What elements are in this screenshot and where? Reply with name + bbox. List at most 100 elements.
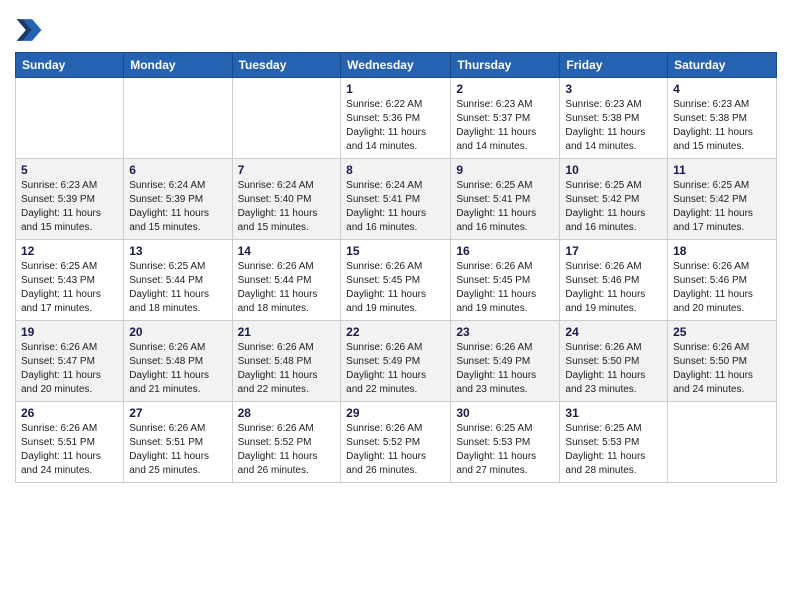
day-number: 10 xyxy=(565,163,662,177)
calendar-cell: 31 Sunrise: 6:25 AM Sunset: 5:53 PM Dayli… xyxy=(560,402,668,483)
day-number: 5 xyxy=(21,163,118,177)
calendar-cell xyxy=(16,78,124,159)
day-number: 7 xyxy=(238,163,336,177)
day-number: 22 xyxy=(346,325,445,339)
day-info: Sunrise: 6:25 AM Sunset: 5:42 PM Dayligh… xyxy=(565,179,662,235)
calendar-cell: 30 Sunrise: 6:25 AM Sunset: 5:53 PM Dayli… xyxy=(451,402,560,483)
day-number: 25 xyxy=(673,325,771,339)
calendar-week-row: 1Sunrise: 6:22 AM Sunset: 5:36 PM Daylig… xyxy=(16,78,777,159)
day-header-sunday: Sunday xyxy=(16,53,124,78)
day-info: Sunrise: 6:26 AM Sunset: 5:45 PM Dayligh… xyxy=(456,260,554,316)
calendar-cell: 2 Sunrise: 6:23 AM Sunset: 5:37 PM Daylig… xyxy=(451,78,560,159)
day-info: Sunrise: 6:26 AM Sunset: 5:50 PM Dayligh… xyxy=(673,341,771,397)
day-info: Sunrise: 6:24 AM Sunset: 5:39 PM Dayligh… xyxy=(129,179,226,235)
day-header-wednesday: Wednesday xyxy=(341,53,451,78)
header xyxy=(15,10,777,44)
day-info: Sunrise: 6:26 AM Sunset: 5:45 PM Dayligh… xyxy=(346,260,445,316)
logo xyxy=(15,16,47,44)
day-info: Sunrise: 6:25 AM Sunset: 5:42 PM Dayligh… xyxy=(673,179,771,235)
calendar-cell: 25 Sunrise: 6:26 AM Sunset: 5:50 PM Dayli… xyxy=(668,321,777,402)
calendar-cell: 8 Sunrise: 6:24 AM Sunset: 5:41 PM Daylig… xyxy=(341,159,451,240)
calendar-cell: 19 Sunrise: 6:26 AM Sunset: 5:47 PM Dayli… xyxy=(16,321,124,402)
day-number: 19 xyxy=(21,325,118,339)
calendar-week-row: 19 Sunrise: 6:26 AM Sunset: 5:47 PM Dayli… xyxy=(16,321,777,402)
calendar-cell: 9 Sunrise: 6:25 AM Sunset: 5:41 PM Daylig… xyxy=(451,159,560,240)
day-info: Sunrise: 6:25 AM Sunset: 5:43 PM Dayligh… xyxy=(21,260,118,316)
day-info: Sunrise: 6:26 AM Sunset: 5:46 PM Dayligh… xyxy=(565,260,662,316)
calendar-cell: 21 Sunrise: 6:26 AM Sunset: 5:48 PM Dayli… xyxy=(232,321,341,402)
day-header-saturday: Saturday xyxy=(668,53,777,78)
day-number: 4 xyxy=(673,82,771,96)
calendar-cell: 5Sunrise: 6:23 AM Sunset: 5:39 PM Daylig… xyxy=(16,159,124,240)
calendar-cell: 17 Sunrise: 6:26 AM Sunset: 5:46 PM Dayli… xyxy=(560,240,668,321)
calendar-cell: 16 Sunrise: 6:26 AM Sunset: 5:45 PM Dayli… xyxy=(451,240,560,321)
calendar-table: SundayMondayTuesdayWednesdayThursdayFrid… xyxy=(15,52,777,483)
day-number: 31 xyxy=(565,406,662,420)
day-info: Sunrise: 6:26 AM Sunset: 5:52 PM Dayligh… xyxy=(238,422,336,478)
day-number: 13 xyxy=(129,244,226,258)
day-header-monday: Monday xyxy=(124,53,232,78)
calendar-cell: 6Sunrise: 6:24 AM Sunset: 5:39 PM Daylig… xyxy=(124,159,232,240)
day-info: Sunrise: 6:24 AM Sunset: 5:41 PM Dayligh… xyxy=(346,179,445,235)
calendar-cell: 26Sunrise: 6:26 AM Sunset: 5:51 PM Dayli… xyxy=(16,402,124,483)
day-number: 27 xyxy=(129,406,226,420)
calendar-cell: 11 Sunrise: 6:25 AM Sunset: 5:42 PM Dayli… xyxy=(668,159,777,240)
day-info: Sunrise: 6:25 AM Sunset: 5:53 PM Dayligh… xyxy=(456,422,554,478)
day-number: 23 xyxy=(456,325,554,339)
day-number: 14 xyxy=(238,244,336,258)
calendar-cell xyxy=(232,78,341,159)
calendar-cell: 20Sunrise: 6:26 AM Sunset: 5:48 PM Dayli… xyxy=(124,321,232,402)
calendar-cell: 15Sunrise: 6:26 AM Sunset: 5:45 PM Dayli… xyxy=(341,240,451,321)
calendar-cell: 24Sunrise: 6:26 AM Sunset: 5:50 PM Dayli… xyxy=(560,321,668,402)
calendar-header-row: SundayMondayTuesdayWednesdayThursdayFrid… xyxy=(16,53,777,78)
calendar-cell: 3Sunrise: 6:23 AM Sunset: 5:38 PM Daylig… xyxy=(560,78,668,159)
day-info: Sunrise: 6:23 AM Sunset: 5:38 PM Dayligh… xyxy=(673,98,771,154)
day-number: 16 xyxy=(456,244,554,258)
calendar-cell: 22Sunrise: 6:26 AM Sunset: 5:49 PM Dayli… xyxy=(341,321,451,402)
calendar-cell: 27 Sunrise: 6:26 AM Sunset: 5:51 PM Dayli… xyxy=(124,402,232,483)
day-number: 8 xyxy=(346,163,445,177)
calendar-cell: 4 Sunrise: 6:23 AM Sunset: 5:38 PM Daylig… xyxy=(668,78,777,159)
day-info: Sunrise: 6:23 AM Sunset: 5:37 PM Dayligh… xyxy=(456,98,554,154)
day-number: 26 xyxy=(21,406,118,420)
day-number: 1 xyxy=(346,82,445,96)
calendar-cell xyxy=(124,78,232,159)
day-header-thursday: Thursday xyxy=(451,53,560,78)
day-number: 30 xyxy=(456,406,554,420)
calendar-cell: 23Sunrise: 6:26 AM Sunset: 5:49 PM Dayli… xyxy=(451,321,560,402)
day-info: Sunrise: 6:26 AM Sunset: 5:44 PM Dayligh… xyxy=(238,260,336,316)
calendar-week-row: 26 Sunrise: 6:26 AM Sunset: 5:51 PM Dayli… xyxy=(16,402,777,483)
day-info: Sunrise: 6:26 AM Sunset: 5:51 PM Dayligh… xyxy=(129,422,226,478)
calendar-cell: 14 Sunrise: 6:26 AM Sunset: 5:44 PM Dayli… xyxy=(232,240,341,321)
day-number: 11 xyxy=(673,163,771,177)
page: SundayMondayTuesdayWednesdayThursdayFrid… xyxy=(0,0,792,612)
day-info: Sunrise: 6:26 AM Sunset: 5:48 PM Dayligh… xyxy=(129,341,226,397)
day-info: Sunrise: 6:25 AM Sunset: 5:53 PM Dayligh… xyxy=(565,422,662,478)
day-number: 2 xyxy=(456,82,554,96)
calendar-cell: 28Sunrise: 6:26 AM Sunset: 5:52 PM Dayli… xyxy=(232,402,341,483)
calendar-cell: 29Sunrise: 6:26 AM Sunset: 5:52 PM Dayli… xyxy=(341,402,451,483)
day-number: 29 xyxy=(346,406,445,420)
calendar-cell xyxy=(668,402,777,483)
calendar-cell: 18Sunrise: 6:26 AM Sunset: 5:46 PM Dayli… xyxy=(668,240,777,321)
day-number: 17 xyxy=(565,244,662,258)
day-header-friday: Friday xyxy=(560,53,668,78)
day-number: 18 xyxy=(673,244,771,258)
day-info: Sunrise: 6:26 AM Sunset: 5:48 PM Dayligh… xyxy=(238,341,336,397)
calendar-cell: 10 Sunrise: 6:25 AM Sunset: 5:42 PM Dayli… xyxy=(560,159,668,240)
day-number: 3 xyxy=(565,82,662,96)
day-header-tuesday: Tuesday xyxy=(232,53,341,78)
day-number: 21 xyxy=(238,325,336,339)
calendar-cell: 13 Sunrise: 6:25 AM Sunset: 5:44 PM Dayli… xyxy=(124,240,232,321)
logo-icon xyxy=(15,16,43,44)
calendar-cell: 1Sunrise: 6:22 AM Sunset: 5:36 PM Daylig… xyxy=(341,78,451,159)
day-number: 9 xyxy=(456,163,554,177)
day-info: Sunrise: 6:25 AM Sunset: 5:44 PM Dayligh… xyxy=(129,260,226,316)
day-info: Sunrise: 6:25 AM Sunset: 5:41 PM Dayligh… xyxy=(456,179,554,235)
day-info: Sunrise: 6:26 AM Sunset: 5:47 PM Dayligh… xyxy=(21,341,118,397)
calendar-week-row: 5Sunrise: 6:23 AM Sunset: 5:39 PM Daylig… xyxy=(16,159,777,240)
day-info: Sunrise: 6:24 AM Sunset: 5:40 PM Dayligh… xyxy=(238,179,336,235)
calendar-cell: 12Sunrise: 6:25 AM Sunset: 5:43 PM Dayli… xyxy=(16,240,124,321)
calendar-cell: 7 Sunrise: 6:24 AM Sunset: 5:40 PM Daylig… xyxy=(232,159,341,240)
calendar-week-row: 12Sunrise: 6:25 AM Sunset: 5:43 PM Dayli… xyxy=(16,240,777,321)
